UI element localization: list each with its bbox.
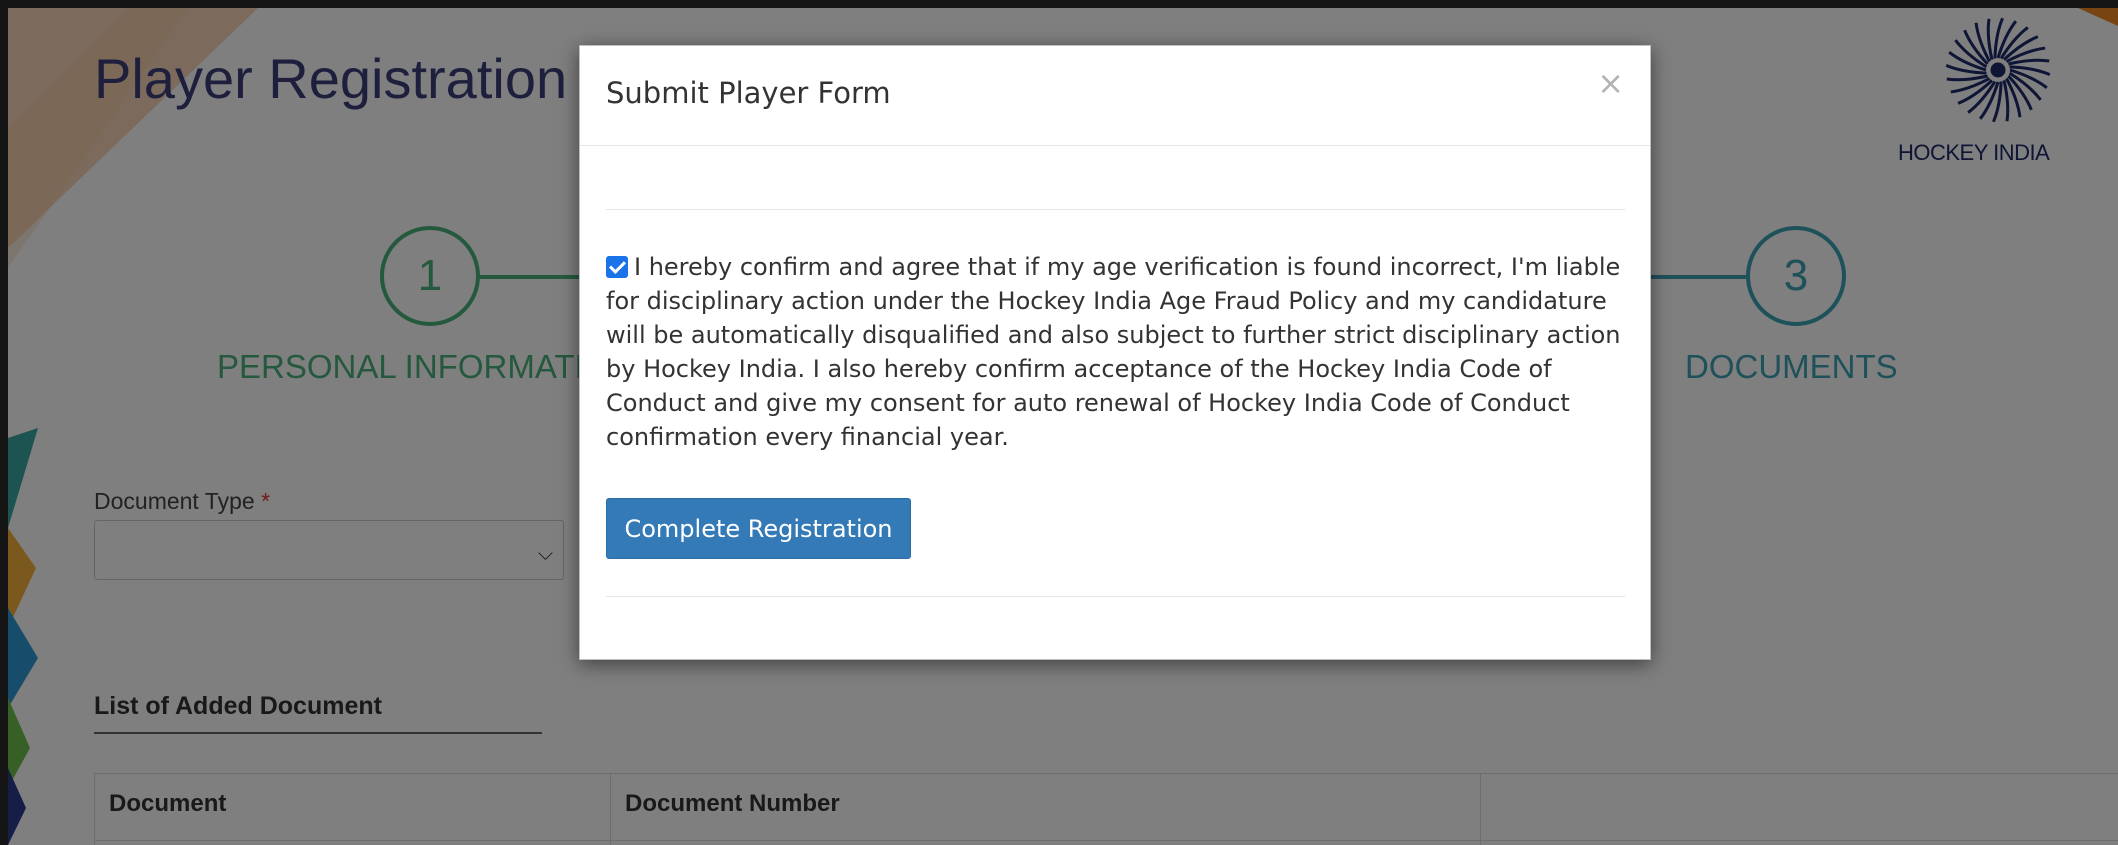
modal-title: Submit Player Form bbox=[606, 76, 891, 110]
modal-divider-top bbox=[606, 209, 1625, 210]
modal-divider-bottom bbox=[606, 596, 1625, 597]
close-icon[interactable]: × bbox=[1597, 64, 1624, 102]
modal-header: Submit Player Form × bbox=[580, 46, 1650, 146]
confirm-checkbox[interactable] bbox=[606, 256, 628, 278]
confirmation-text: I hereby confirm and agree that if my ag… bbox=[606, 253, 1621, 451]
submit-player-form-modal: Submit Player Form × I hereby confirm an… bbox=[579, 45, 1651, 660]
confirmation-block: I hereby confirm and agree that if my ag… bbox=[606, 250, 1628, 454]
complete-registration-button[interactable]: Complete Registration bbox=[606, 498, 911, 559]
